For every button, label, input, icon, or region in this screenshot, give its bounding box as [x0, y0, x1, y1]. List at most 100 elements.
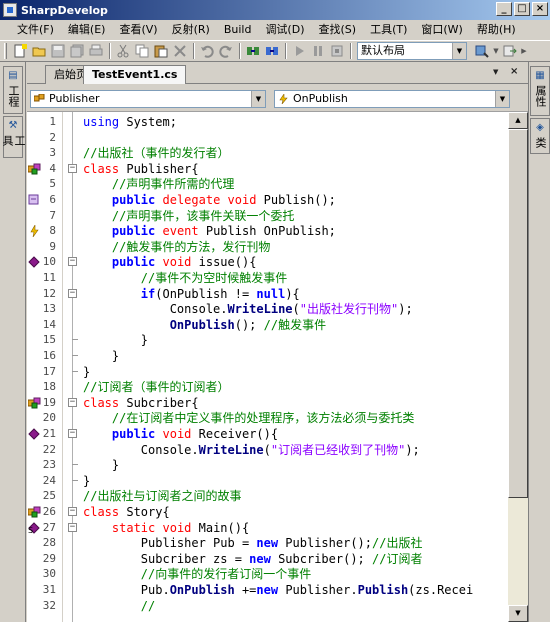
menu-tools[interactable]: 工具(T) — [363, 21, 414, 39]
delete-icon[interactable] — [171, 43, 189, 59]
code-line[interactable]: 28 Publisher Pub = new Publisher();//出版社 — [27, 535, 508, 551]
stop-icon[interactable] — [328, 43, 346, 59]
code-line[interactable]: 14 OnPublish(); //触发事件 — [27, 317, 508, 333]
code-line[interactable]: 32 // — [27, 598, 508, 614]
tab-list-dropdown-icon[interactable]: ▼ — [493, 68, 498, 76]
code-line[interactable]: 27− S static void Main(){ — [27, 520, 508, 536]
code-line[interactable]: 16 } — [27, 348, 508, 364]
save-all-icon[interactable] — [68, 43, 86, 59]
print-icon[interactable] — [87, 43, 105, 59]
scroll-up-button[interactable]: ▲ — [508, 112, 528, 129]
menu-help[interactable]: 帮助(H) — [470, 21, 523, 39]
code-line[interactable]: 4− class Publisher{ — [27, 161, 508, 177]
code-line[interactable]: 6 public delegate void Publish(); — [27, 192, 508, 208]
fold-toggle-icon[interactable]: − — [68, 507, 77, 516]
code-line[interactable]: 21− public void Receiver(){ — [27, 426, 508, 442]
code-editor[interactable]: 1 using System; 2 3//出版社（事件的发行者） 4− class Pub… — [27, 112, 528, 622]
build-icon[interactable] — [244, 43, 262, 59]
fold-toggle-icon[interactable]: − — [68, 163, 77, 173]
member-select[interactable]: OnPublish ▼ — [274, 90, 510, 108]
code-line[interactable]: 8 public event Publish OnPublish; — [27, 223, 508, 239]
tab-testevent1[interactable]: TestEvent1.cs — [83, 65, 187, 85]
tab-projects[interactable]: ▤ 工程 — [3, 66, 23, 114]
redo-icon[interactable] — [217, 43, 235, 59]
code-line[interactable]: 7 //声明事件，该事件关联一个委托 — [27, 208, 508, 224]
undo-icon[interactable] — [198, 43, 216, 59]
chevron-down-icon[interactable]: ▼ — [495, 91, 509, 107]
open-folder-icon[interactable] — [30, 43, 48, 59]
code-line[interactable]: 26− class Story{ — [27, 504, 508, 520]
class-select[interactable]: Publisher ▼ — [30, 90, 266, 108]
minimize-button[interactable]: _ — [496, 2, 512, 16]
code-line[interactable]: 29 Subcriber zs = new Subcriber(); //订阅者 — [27, 551, 508, 567]
close-tab-button[interactable]: × — [510, 66, 518, 77]
cut-icon[interactable] — [114, 43, 132, 59]
code-line[interactable]: 12 − if(OnPublish != null){ — [27, 286, 508, 302]
save-icon[interactable] — [49, 43, 67, 59]
menu-file[interactable]: 文件(F) — [10, 21, 61, 39]
export-icon[interactable] — [501, 43, 519, 59]
fold-toggle-icon[interactable]: − — [68, 522, 77, 532]
code-line[interactable]: 5 //声明事件所需的代理 — [27, 176, 508, 192]
export-dropdown-icon[interactable]: ▶ — [520, 43, 528, 59]
code-line[interactable]: 20 //在订阅者中定义事件的处理程序，该方法必须与委托类 — [27, 410, 508, 426]
code-viewport[interactable]: 1 using System; 2 3//出版社（事件的发行者） 4− class Pub… — [27, 112, 508, 622]
code-line[interactable]: 22 Console.WriteLine("订阅者已经收到了刊物"); — [27, 442, 508, 458]
new-file-icon[interactable] — [11, 43, 29, 59]
scroll-thumb[interactable] — [508, 129, 528, 498]
code-line[interactable]: 18 //订阅者（事件的订阅者） — [27, 379, 508, 395]
code-line[interactable]: 2 — [27, 130, 508, 146]
layout-dropdown-icon[interactable]: ▼ — [492, 43, 500, 59]
menu-reflect[interactable]: 反射(R) — [165, 21, 217, 39]
menu-build[interactable]: Build — [217, 21, 259, 39]
menu-window[interactable]: 窗口(W) — [414, 21, 469, 39]
fold-toggle-icon[interactable]: − — [68, 288, 77, 298]
chevron-down-icon[interactable]: ▼ — [452, 43, 466, 59]
app-icon[interactable] — [3, 3, 17, 17]
code-line[interactable]: 10− public void issue(){ — [27, 254, 508, 270]
menu-debug[interactable]: 调试(D) — [258, 21, 311, 39]
layout-select[interactable]: 默认布局 ▼ — [357, 42, 467, 60]
chevron-down-icon[interactable]: ▼ — [251, 91, 265, 107]
code-line[interactable]: 15 } — [27, 332, 508, 348]
code-text: Pub.OnPublish +=new Publisher.Publish(zs… — [83, 583, 474, 597]
fold-end-marker — [72, 473, 78, 481]
fold-toggle-icon[interactable]: − — [68, 257, 77, 267]
tab-classes[interactable]: ◈ 类 — [530, 118, 550, 154]
scroll-down-button[interactable]: ▼ — [508, 605, 528, 622]
paste-icon[interactable] — [152, 43, 170, 59]
fold-toggle-icon[interactable]: − — [68, 397, 77, 407]
toolbar-separator — [109, 43, 111, 59]
code-line[interactable]: 3 //出版社（事件的发行者） — [27, 145, 508, 161]
tab-tools[interactable]: ⚒ 工具 — [1, 116, 26, 158]
code-line[interactable]: 31 Pub.OnPublish +=new Publisher.Publish… — [27, 582, 508, 598]
code-text: Console.WriteLine("出版社发行刊物"); — [83, 302, 413, 317]
title-bar[interactable]: SharpDevelop _ □ × — [0, 0, 550, 20]
code-line[interactable]: 24} — [27, 473, 508, 489]
pause-icon[interactable] — [309, 43, 327, 59]
toolbar-grip[interactable] — [4, 43, 7, 59]
tab-properties[interactable]: ▦ 属性 — [530, 66, 550, 116]
line-number: 12 — [42, 286, 56, 300]
code-line[interactable]: 9 //触发事件的方法，发行刊物 — [27, 239, 508, 255]
run-icon[interactable] — [290, 43, 308, 59]
code-line[interactable]: 13 Console.WriteLine("出版社发行刊物"); — [27, 301, 508, 317]
code-line[interactable]: 1 using System; — [27, 114, 508, 130]
menu-edit[interactable]: 编辑(E) — [61, 21, 113, 39]
code-line[interactable]: 11 //事件不为空时候触发事件 — [27, 270, 508, 286]
vertical-scrollbar[interactable]: ▲ ▼ — [508, 112, 528, 622]
layout-tools-icon[interactable] — [473, 43, 491, 59]
maximize-button[interactable]: □ — [514, 2, 530, 16]
rebuild-icon[interactable] — [263, 43, 281, 59]
code-line[interactable]: 17} — [27, 364, 508, 380]
code-line[interactable]: 23 } — [27, 457, 508, 473]
code-line[interactable]: 25 //出版社与订阅者之间的故事 — [27, 488, 508, 504]
code-line[interactable]: 19− class Subcriber{ — [27, 395, 508, 411]
method-icon — [28, 428, 42, 440]
copy-icon[interactable] — [133, 43, 151, 59]
close-button[interactable]: × — [532, 2, 548, 16]
menu-search[interactable]: 查找(S) — [312, 21, 364, 39]
fold-toggle-icon[interactable]: − — [68, 429, 77, 438]
code-line[interactable]: 30 //向事件的发行者订阅一个事件 — [27, 566, 508, 582]
menu-view[interactable]: 查看(V) — [112, 21, 164, 39]
